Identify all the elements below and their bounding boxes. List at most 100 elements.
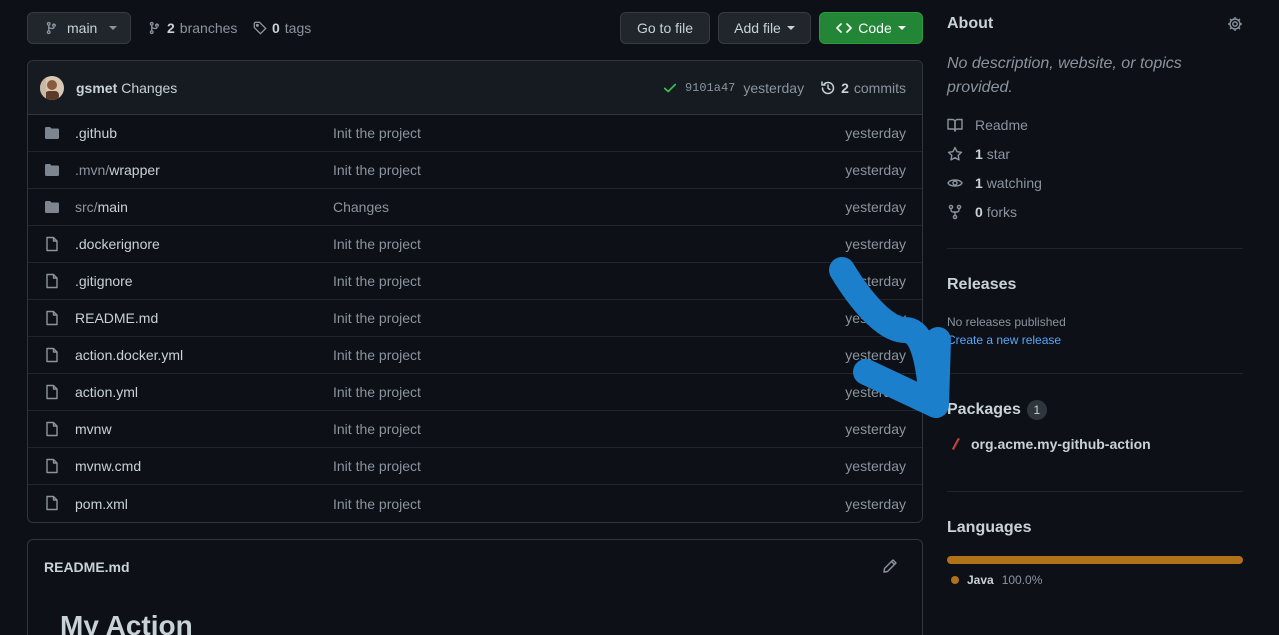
- file-name[interactable]: .mvn/wrapper: [75, 162, 160, 178]
- folder-icon: [44, 125, 60, 141]
- file-icon: [44, 495, 60, 511]
- forks-link[interactable]: 0 forks: [947, 204, 1017, 220]
- languages-title: Languages: [947, 519, 1032, 536]
- commit-author[interactable]: gsmet: [76, 80, 117, 96]
- file-row[interactable]: .mvn/wrapper Init the project yesterday: [28, 152, 922, 189]
- tags-link[interactable]: 0 tags: [253, 12, 311, 44]
- file-name-text: .github: [75, 125, 118, 141]
- branch-name: main: [67, 20, 98, 36]
- watching-count: 1: [975, 175, 983, 191]
- file-name[interactable]: src/main: [75, 199, 128, 215]
- folder-icon: [44, 162, 60, 178]
- file-row[interactable]: README.md Init the project yesterday: [28, 300, 922, 337]
- file-name-text: .dockerignore: [75, 236, 160, 252]
- file-row[interactable]: mvnw Init the project yesterday: [28, 411, 922, 448]
- commit-sha[interactable]: 9101a47: [685, 81, 735, 95]
- file-row[interactable]: mvnw.cmd Init the project yesterday: [28, 448, 922, 485]
- file-icon: [44, 421, 60, 437]
- file-commit-message[interactable]: Init the project: [333, 347, 421, 363]
- branch-select-button[interactable]: main: [27, 12, 131, 44]
- file-row[interactable]: action.docker.yml Init the project yesterd…: [28, 337, 922, 374]
- file-commit-message[interactable]: Init the project: [333, 236, 421, 252]
- language-bar: [947, 556, 1243, 564]
- file-name-text: README.md: [75, 310, 159, 326]
- file-commit-message[interactable]: Init the project: [333, 384, 421, 400]
- caret-down-icon: [786, 24, 795, 32]
- file-commit-date: yesterday: [845, 458, 906, 474]
- code-label: Code: [858, 20, 892, 36]
- file-name[interactable]: action.docker.yml: [75, 347, 183, 363]
- packages-counter: 1: [1026, 400, 1047, 420]
- language-color-dot: [951, 576, 959, 584]
- file-name[interactable]: mvnw.cmd: [75, 458, 141, 474]
- readme-link[interactable]: Readme: [947, 117, 1028, 133]
- watchers-link[interactable]: 1 watching: [947, 175, 1042, 191]
- tags-label: tags: [284, 20, 312, 36]
- commit-time: yesterday: [743, 80, 805, 96]
- file-commit-message[interactable]: Init the project: [333, 421, 421, 437]
- code-button[interactable]: Code: [819, 12, 923, 44]
- branches-count: 2: [167, 20, 175, 36]
- commit-message[interactable]: Changes: [121, 80, 177, 96]
- file-name[interactable]: .github: [75, 125, 117, 141]
- file-list: .github Init the project yesterday .mvn/wra…: [28, 115, 922, 522]
- latest-commit-bar: gsmet Changes 9101a47 yesterday 2 commit…: [28, 61, 922, 115]
- file-icon: [44, 458, 60, 474]
- stars-link[interactable]: 1 star: [947, 146, 1010, 162]
- create-release-link[interactable]: Create a new release: [947, 333, 1061, 347]
- file-name-text: pom.xml: [75, 495, 128, 512]
- readme-filename[interactable]: README.md: [44, 559, 130, 575]
- file-icon: [44, 384, 60, 400]
- file-icon: [44, 347, 60, 363]
- gear-icon[interactable]: [1227, 16, 1243, 32]
- file-name[interactable]: README.md: [75, 310, 158, 326]
- file-commit-message[interactable]: Init the project: [333, 125, 421, 141]
- file-row[interactable]: .github Init the project yesterday: [28, 115, 922, 152]
- pencil-icon[interactable]: [882, 558, 898, 574]
- file-row[interactable]: src/main Changes yesterday: [28, 189, 922, 226]
- package-link[interactable]: org.acme.my-github-action: [949, 436, 1151, 452]
- readme-label: Readme: [975, 117, 1028, 133]
- add-file-button[interactable]: Add file: [718, 12, 811, 44]
- package-name: org.acme.my-github-action: [971, 436, 1151, 452]
- file-name-text: main: [97, 199, 128, 215]
- branches-link[interactable]: 2 branches: [148, 12, 237, 44]
- language-item-java[interactable]: Java 100.0%: [951, 573, 1042, 587]
- file-icon: [44, 310, 60, 326]
- file-row[interactable]: pom.xml Init the project yesterday: [28, 485, 922, 522]
- file-row[interactable]: action.yml Init the project yesterday: [28, 374, 922, 411]
- file-name[interactable]: .dockerignore: [75, 236, 160, 252]
- file-row[interactable]: .dockerignore Init the project yesterday: [28, 226, 922, 263]
- go-to-file-label: Go to file: [636, 20, 694, 36]
- file-name[interactable]: mvnw: [75, 421, 112, 437]
- language-percent: 100.0%: [1001, 573, 1043, 587]
- file-commit-message[interactable]: Init the project: [333, 458, 421, 474]
- file-commit-message[interactable]: Init the project: [333, 162, 421, 178]
- releases-title[interactable]: Releases: [947, 276, 1016, 294]
- tags-count: 0: [272, 20, 280, 36]
- file-commit-message[interactable]: Init the project: [333, 496, 421, 512]
- file-name[interactable]: pom.xml: [75, 496, 128, 512]
- file-commit-message[interactable]: Init the project: [333, 310, 421, 326]
- file-name-text: action.docker.yml: [75, 347, 184, 363]
- file-commit-date: yesterday: [845, 495, 906, 512]
- branch-icon: [45, 21, 59, 35]
- avatar[interactable]: [40, 75, 64, 100]
- file-commit-message[interactable]: Init the project: [333, 273, 421, 289]
- eye-icon: [947, 175, 963, 191]
- go-to-file-button[interactable]: Go to file: [620, 12, 710, 44]
- about-description: No description, website, or topics provi…: [947, 55, 1182, 96]
- language-name: Java: [967, 573, 994, 587]
- readme-panel: README.md My Action: [27, 539, 923, 635]
- file-commit-date: yesterday: [845, 347, 906, 363]
- file-name-text: action.yml: [75, 384, 139, 400]
- file-name[interactable]: .gitignore: [75, 273, 133, 289]
- commits-label: commits: [853, 80, 906, 96]
- commits-link[interactable]: 2 commits: [820, 80, 906, 96]
- divider: [947, 491, 1243, 492]
- file-name[interactable]: action.yml: [75, 384, 138, 400]
- file-row[interactable]: .gitignore Init the project yesterday: [28, 263, 922, 300]
- file-commit-date: yesterday: [845, 125, 906, 141]
- file-commit-message[interactable]: Changes: [333, 199, 389, 215]
- packages-header[interactable]: Packages 1: [947, 400, 1047, 420]
